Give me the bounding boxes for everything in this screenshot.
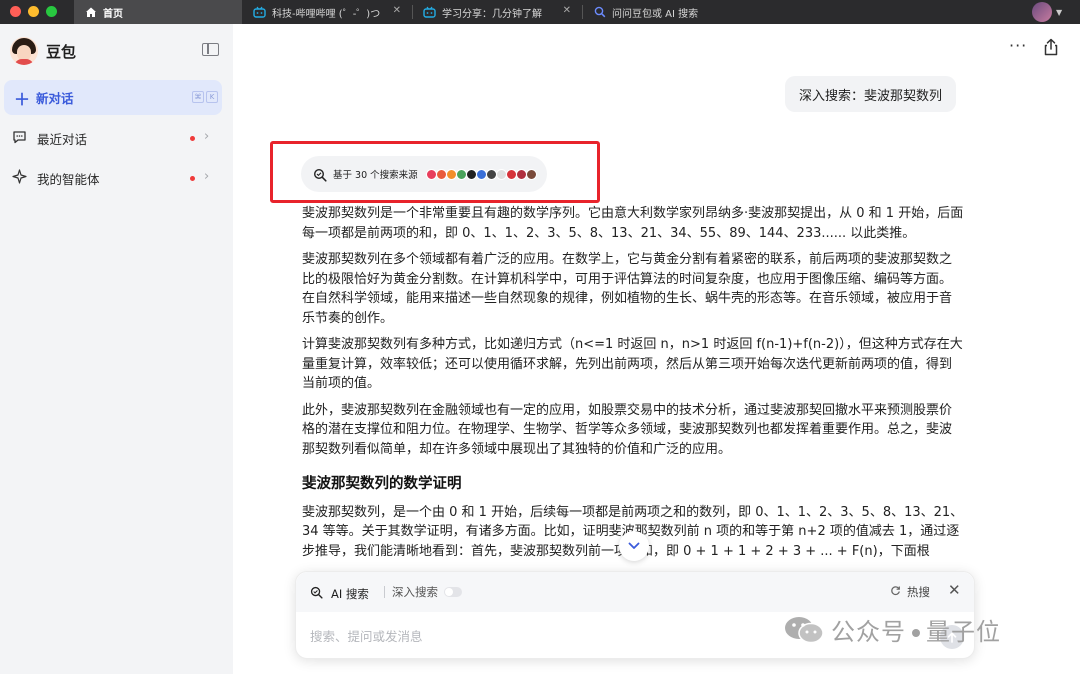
share-icon[interactable] bbox=[1043, 38, 1059, 56]
toolbar-divider bbox=[384, 586, 385, 598]
shortcut-key: K bbox=[206, 91, 218, 103]
more-options-button[interactable]: ··· bbox=[1009, 36, 1027, 55]
tab-title: 学习分享：几分钟了解 bbox=[442, 8, 542, 20]
close-icon[interactable]: ✕ bbox=[948, 581, 961, 599]
source-favicon bbox=[475, 168, 487, 180]
scroll-to-bottom-button[interactable] bbox=[619, 531, 649, 561]
chevron-down-icon bbox=[628, 542, 640, 549]
source-favicon bbox=[455, 168, 467, 180]
tab-title: 首页 bbox=[103, 8, 123, 20]
answer-paragraph: 计算斐波那契数列有多种方式，比如递归方式（n<=1 时返回 n，n>1 时返回 … bbox=[302, 337, 963, 391]
bilibili-icon bbox=[253, 6, 266, 19]
source-favicon bbox=[485, 168, 497, 180]
sidebar: 豆包 ＋ 新对话 ⌘ K 最近对话 › 我的智能体 › bbox=[0, 24, 233, 674]
ai-search-button[interactable]: AI 搜索 bbox=[310, 584, 369, 603]
search-icon bbox=[593, 6, 606, 19]
new-chat-button[interactable]: ＋ 新对话 ⌘ K bbox=[4, 80, 222, 115]
tab-title: 问问豆包或 AI 搜索 bbox=[612, 8, 699, 20]
composer-toolbar: AI 搜索 深入搜索 热搜 ✕ bbox=[296, 572, 974, 612]
window-zoom-button[interactable] bbox=[46, 6, 57, 17]
unread-dot bbox=[190, 176, 195, 181]
source-favicon bbox=[495, 168, 507, 180]
sources-label: 基于 30 个搜索来源 bbox=[333, 170, 418, 181]
source-favicon bbox=[425, 168, 437, 180]
user-message-bubble: 深入搜索：斐波那契数列 bbox=[785, 76, 957, 112]
unread-dot bbox=[190, 136, 195, 141]
sidebar-collapse-icon[interactable] bbox=[202, 43, 219, 56]
sidebar-item-my-agents[interactable]: 我的智能体 › bbox=[4, 161, 222, 195]
source-favicon bbox=[515, 168, 527, 180]
source-favicon bbox=[465, 168, 477, 180]
brand-name: 豆包 bbox=[46, 42, 77, 61]
tab-ask-doubao[interactable]: 问问豆包或 AI 搜索 bbox=[583, 0, 751, 24]
profile-avatar bbox=[1032, 2, 1052, 22]
window-minimize-button[interactable] bbox=[28, 6, 39, 17]
source-favicon bbox=[435, 168, 447, 180]
tab-home[interactable]: 首页 bbox=[74, 0, 242, 24]
deep-search-label: 深入搜索 bbox=[392, 585, 438, 599]
close-icon[interactable]: ✕ bbox=[393, 5, 401, 16]
new-chat-label: 新对话 bbox=[36, 91, 74, 106]
sidebar-item-recent-chats[interactable]: 最近对话 › bbox=[4, 121, 222, 155]
chevron-right-icon: › bbox=[204, 169, 210, 184]
tab-study-share[interactable]: 学习分享：几分钟了解 ✕ bbox=[413, 0, 581, 24]
plus-icon: ＋ bbox=[14, 89, 31, 109]
refresh-icon bbox=[890, 585, 901, 599]
tab-bilibili[interactable]: 科技-哔哩哔哩 (゜-゜)つ ✕ bbox=[243, 0, 411, 24]
window-close-button[interactable] bbox=[10, 6, 21, 17]
source-favicon bbox=[445, 168, 457, 180]
chat-main: ··· 深入搜索：斐波那契数列 基于 30 个搜索来源 斐波那契数列是一个非常重… bbox=[233, 24, 1080, 674]
watermark-account-label: 公众号 bbox=[831, 618, 906, 646]
brand[interactable]: 豆包 bbox=[10, 37, 76, 65]
deep-search-toggle[interactable] bbox=[444, 587, 462, 597]
sidebar-item-label: 最近对话 bbox=[37, 131, 88, 147]
answer-section-heading: 斐波那契数列的数学证明 bbox=[302, 476, 462, 492]
tab-title: 科技-哔哩哔哩 (゜-゜)つ bbox=[272, 8, 381, 20]
source-favicon bbox=[525, 168, 537, 180]
chevron-down-icon: ▼ bbox=[1056, 7, 1063, 17]
wechat-watermark: 公众号 量子位 bbox=[783, 612, 1001, 647]
search-sparkle-icon bbox=[310, 584, 323, 603]
source-favicon bbox=[505, 168, 517, 180]
answer-paragraph: 此外，斐波那契数列在金融领域也有一定的应用，如股票交易中的技术分析，通过斐波那契… bbox=[302, 402, 953, 457]
hot-search-label: 热搜 bbox=[907, 585, 930, 599]
avatar bbox=[10, 37, 38, 65]
search-sources-button[interactable]: 基于 30 个搜索来源 bbox=[301, 156, 547, 192]
answer-paragraph: 斐波那契数列是一个非常重要且有趣的数学序列。它由意大利数学家列昂纳多·斐波那契提… bbox=[302, 206, 964, 241]
close-icon[interactable]: ✕ bbox=[563, 5, 571, 16]
wechat-icon bbox=[783, 615, 825, 645]
answer-paragraph: 斐波那契数列在多个领域都有着广泛的应用。在数学上，它与黄金分割有着紧密的联系，前… bbox=[302, 252, 953, 326]
chevron-right-icon: › bbox=[204, 129, 210, 144]
sparkle-icon bbox=[12, 168, 27, 188]
watermark-dot bbox=[912, 629, 920, 637]
assistant-answer: 斐波那契数列是一个非常重要且有趣的数学序列。它由意大利数学家列昂纳多·斐波那契提… bbox=[302, 204, 964, 568]
browser-tab-bar: 首页 科技-哔哩哔哩 (゜-゜)つ ✕ 学习分享：几分钟了解 ✕ 问问豆包或 A… bbox=[0, 0, 1080, 24]
browser-profile-switcher[interactable]: ▼ bbox=[1032, 2, 1066, 22]
watermark-text: 公众号 量子位 bbox=[831, 612, 1001, 647]
hot-search-button[interactable]: 热搜 bbox=[890, 584, 930, 600]
watermark-account-name: 量子位 bbox=[926, 618, 1001, 646]
search-sparkle-icon bbox=[313, 167, 327, 182]
home-icon bbox=[84, 6, 97, 19]
ai-search-label: AI 搜索 bbox=[331, 586, 369, 601]
shortcut-key: ⌘ bbox=[192, 91, 204, 103]
sidebar-item-label: 我的智能体 bbox=[37, 171, 100, 187]
source-favicons bbox=[425, 168, 537, 180]
chat-bubble-icon bbox=[12, 129, 27, 148]
bilibili-icon bbox=[423, 6, 436, 19]
